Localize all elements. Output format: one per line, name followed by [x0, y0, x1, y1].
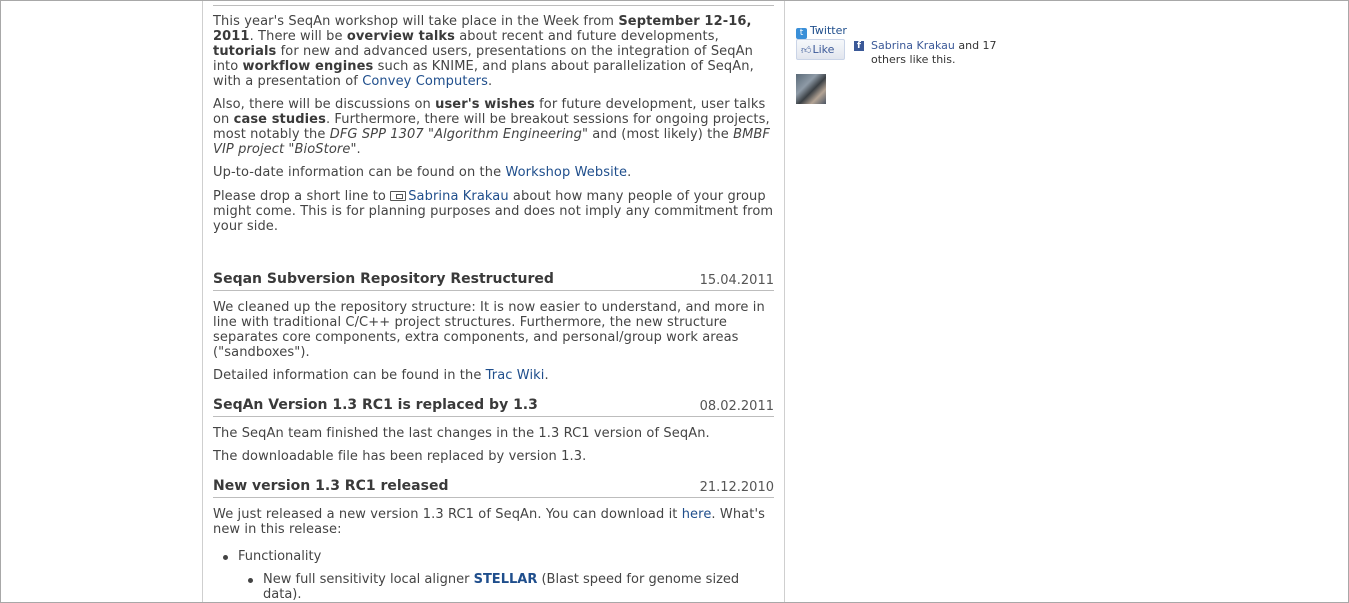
stellar-link[interactable]: STELLAR: [474, 572, 538, 587]
thumbs-up-icon: 👍︎: [801, 45, 812, 56]
like-summary: Sabrina Krakau and 17 others like this.: [871, 39, 997, 66]
news-date: 21.12.2010: [699, 480, 774, 495]
workshop-paragraph-3: Up-to-date information can be found on t…: [213, 165, 632, 180]
news-header: New version 1.3 RC1 released 21.12.2010: [213, 479, 774, 498]
workshop-paragraph-4: Please drop a short line to Sabrina Krak…: [213, 189, 774, 234]
sabrina-krakau-email-link[interactable]: Sabrina Krakau: [408, 189, 509, 204]
main-content-column: This year's SeqAn workshop will take pla…: [202, 1, 785, 602]
social-sidebar: t Twitter 👍︎Like f Sabrina Krakau and 17 …: [796, 1, 1016, 121]
news-paragraph: Detailed information can be found in the…: [213, 368, 549, 383]
news-paragraph: The downloadable file has been replaced …: [213, 449, 587, 464]
workshop-paragraph-2: Also, there will be discussions on user'…: [213, 97, 770, 157]
news-title: New version 1.3 RC1 released: [213, 478, 449, 494]
convey-computers-link[interactable]: Convey Computers: [362, 74, 488, 89]
liker-avatar[interactable]: [796, 74, 826, 104]
facebook-icon: f: [854, 41, 864, 51]
workshop-website-link[interactable]: Workshop Website: [505, 165, 627, 180]
news-date: 08.02.2011: [699, 399, 774, 414]
release-feature-list: Functionality New full sensitivity local…: [213, 549, 774, 602]
release-sub-list: New full sensitivity local aligner STELL…: [238, 572, 774, 602]
browser-viewport: This year's SeqAn workshop will take pla…: [0, 0, 1349, 603]
twitter-link[interactable]: t Twitter: [796, 24, 847, 39]
email-icon: [390, 191, 407, 201]
bullet: [248, 578, 253, 583]
bullet: [223, 555, 228, 560]
trac-wiki-link[interactable]: Trac Wiki: [486, 368, 545, 383]
divider: [213, 5, 774, 6]
news-paragraph: We just released a new version 1.3 RC1 o…: [213, 507, 765, 537]
list-item: Functionality New full sensitivity local…: [213, 549, 774, 602]
liker-profile-link[interactable]: Sabrina Krakau: [871, 39, 955, 52]
list-item: New full sensitivity local aligner STELL…: [238, 572, 774, 602]
news-header: SeqAn Version 1.3 RC1 is replaced by 1.3…: [213, 398, 774, 417]
workshop-paragraph-1: This year's SeqAn workshop will take pla…: [213, 14, 754, 89]
news-header: Seqan Subversion Repository Restructured…: [213, 272, 774, 291]
news-paragraph: The SeqAn team finished the last changes…: [213, 426, 710, 441]
download-here-link[interactable]: here: [682, 507, 712, 522]
news-title: SeqAn Version 1.3 RC1 is replaced by 1.3: [213, 397, 538, 413]
facebook-like-button[interactable]: 👍︎Like: [796, 39, 845, 60]
news-paragraph: We cleaned up the repository structure: …: [213, 300, 765, 360]
twitter-icon: t: [796, 28, 807, 39]
news-date: 15.04.2011: [699, 273, 774, 288]
news-title: Seqan Subversion Repository Restructured: [213, 271, 554, 287]
